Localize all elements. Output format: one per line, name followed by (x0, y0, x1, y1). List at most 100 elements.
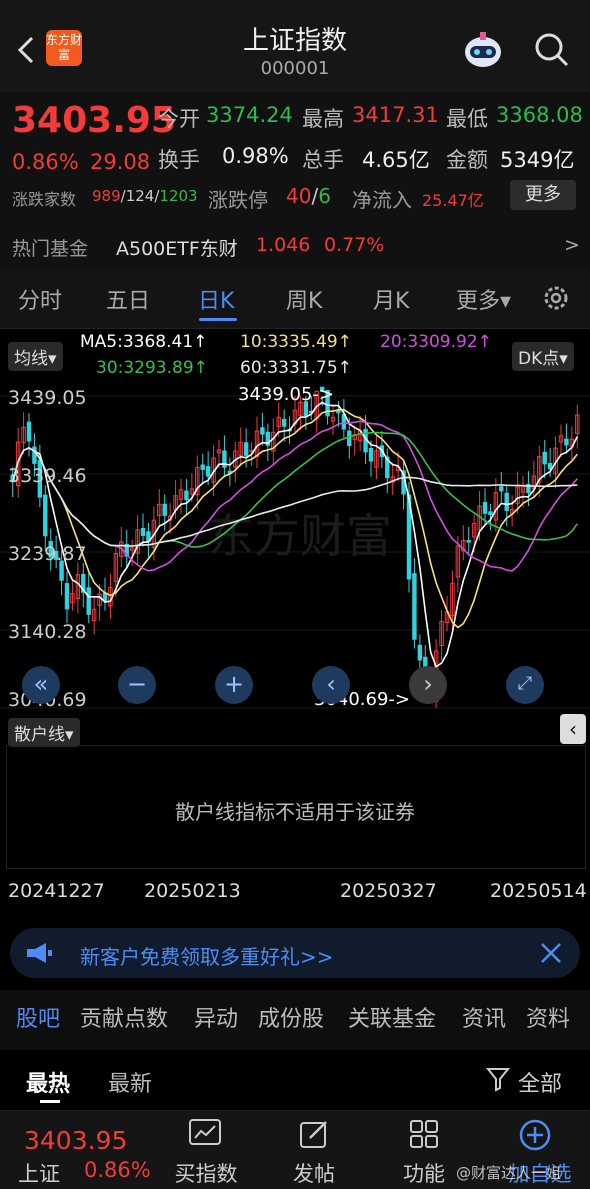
low-label: 最低 (446, 107, 488, 131)
tab-more[interactable]: 更多▾ (456, 283, 511, 315)
breadth-values: 989/124/1203 (92, 187, 198, 205)
weibo-watermark: @财富达人一姐 (456, 1164, 562, 1182)
fullscreen-icon[interactable]: ⤢ (506, 666, 544, 704)
candle-body (504, 492, 509, 512)
candle-body (162, 503, 167, 516)
candle-body (200, 464, 205, 470)
tab-daily-k[interactable]: 日K (198, 283, 234, 315)
tab-weekly-k[interactable]: 周K (286, 283, 322, 315)
volume-value: 4.65亿 (362, 148, 430, 172)
scroll-left-icon[interactable]: « (22, 666, 60, 704)
open-label: 今开 (158, 107, 200, 131)
features-button[interactable]: 功能 (394, 1158, 454, 1188)
collapse-panel-icon[interactable]: ‹ (560, 714, 586, 744)
high-marker: 3439.05-> (238, 384, 335, 405)
inflow-value: 25.47亿 (422, 191, 484, 210)
high-value: 3417.31 (352, 103, 439, 127)
kline-chart[interactable]: 东方财富 3439.053339.463239.873140.283040.69 (0, 382, 590, 712)
post-icon (298, 1118, 330, 1150)
hot-fund-label: 热门基金 (12, 238, 89, 260)
tab-contribution[interactable]: 贡献点数 (80, 1001, 168, 1033)
candle-body (205, 466, 211, 477)
candle-body (260, 427, 265, 435)
candle-body (281, 418, 287, 427)
tab-constituents[interactable]: 成份股 (258, 1001, 324, 1033)
tab-related-funds[interactable]: 关联基金 (348, 1001, 436, 1033)
kline-svg: 东方财富 3439.053339.463239.873140.283040.69 (0, 386, 590, 711)
candle-body (542, 451, 547, 465)
chart-watermark: 东方财富 (208, 509, 392, 563)
limit-down: 6 (318, 184, 331, 208)
volume-label: 总手 (302, 148, 344, 172)
turnover-value: 0.98% (222, 144, 289, 168)
settings-gear-icon[interactable] (540, 282, 572, 314)
tab-stock-forum[interactable]: 股吧 (16, 1001, 60, 1033)
x-axis-label: 20250514 (490, 880, 587, 902)
candle-body (499, 486, 504, 492)
hot-fund-pct: 0.77% (324, 234, 385, 256)
high-label: 最高 (302, 107, 344, 131)
amount-label: 金额 (446, 148, 488, 172)
hot-fund-arrow[interactable]: > (564, 234, 580, 256)
ma5-label: MA5:3368.41↑ (80, 332, 208, 352)
candle-body (368, 447, 374, 462)
turnover-label: 换手 (158, 148, 200, 172)
previous-icon[interactable]: ‹ (312, 666, 350, 704)
y-axis-label: 3439.05 (8, 387, 87, 409)
bottom-name: 上证 (18, 1162, 60, 1186)
candle-body (336, 410, 341, 414)
x-axis-label: 20250213 (144, 880, 241, 902)
close-icon[interactable] (538, 940, 564, 966)
limit-up: 40 (286, 184, 312, 208)
amount-value: 5349亿 (500, 148, 575, 172)
candle-body (26, 421, 32, 442)
bottom-price: 3403.95 (24, 1126, 128, 1155)
tab-news[interactable]: 资讯 (462, 1001, 506, 1033)
filter-all[interactable]: 全部 (518, 1066, 562, 1098)
indicator-message: 散户线指标不适用于该证券 (175, 800, 415, 824)
ma-select[interactable]: 均线▾ (8, 342, 63, 371)
y-axis-label: 3339.46 (8, 465, 87, 487)
indicator-select[interactable]: 散户线▾ (8, 718, 80, 747)
y-axis-label: 3140.28 (8, 621, 87, 643)
candle-body (564, 438, 569, 446)
candle-body (466, 540, 471, 543)
more-button[interactable]: 更多 (510, 180, 576, 210)
subtab-hot-underline (40, 1100, 60, 1103)
x-axis-label: 20241227 (8, 880, 105, 902)
next-icon[interactable]: › (409, 666, 447, 704)
candle-body (482, 501, 488, 514)
hot-fund-price: 1.046 (256, 234, 311, 256)
add-watchlist-icon (518, 1118, 552, 1152)
zoom-out-icon[interactable]: − (118, 666, 156, 704)
tab-profile[interactable]: 资料 (526, 1001, 570, 1033)
flat-count: 124 (125, 187, 155, 205)
open-value: 3374.24 (206, 103, 293, 127)
candle-body (488, 511, 493, 516)
megaphone-icon (24, 940, 54, 966)
buy-index-icon (188, 1118, 222, 1148)
tab-five-day[interactable]: 五日 (106, 283, 150, 315)
candle-body (347, 430, 352, 447)
dk-select[interactable]: DK点▾ (512, 342, 574, 371)
robot-assistant-icon[interactable] (460, 28, 506, 74)
candle-body (412, 573, 417, 640)
tab-movement[interactable]: 异动 (194, 1001, 238, 1033)
tab-monthly-k[interactable]: 月K (373, 283, 409, 315)
filter-icon[interactable] (485, 1066, 511, 1092)
candle-body (64, 583, 70, 610)
promo-text[interactable]: 新客户免费领取多重好礼>> (80, 941, 334, 970)
buy-index-button[interactable]: 买指数 (168, 1158, 244, 1188)
post-button[interactable]: 发帖 (284, 1158, 344, 1188)
ma60-label: 60:3331.75↑ (240, 358, 352, 378)
candle-body (243, 442, 249, 456)
search-icon[interactable] (532, 30, 572, 70)
limit-label: 涨跌停 (208, 188, 268, 212)
last-price: 3403.95 (12, 100, 176, 141)
inflow-label: 净流入 (352, 188, 412, 212)
tab-intraday[interactable]: 分时 (18, 283, 62, 315)
subtab-hot[interactable]: 最热 (26, 1066, 70, 1098)
hot-fund-name[interactable]: A500ETF东财 (116, 234, 238, 261)
zoom-in-icon[interactable]: + (215, 666, 253, 704)
subtab-latest[interactable]: 最新 (108, 1066, 152, 1098)
